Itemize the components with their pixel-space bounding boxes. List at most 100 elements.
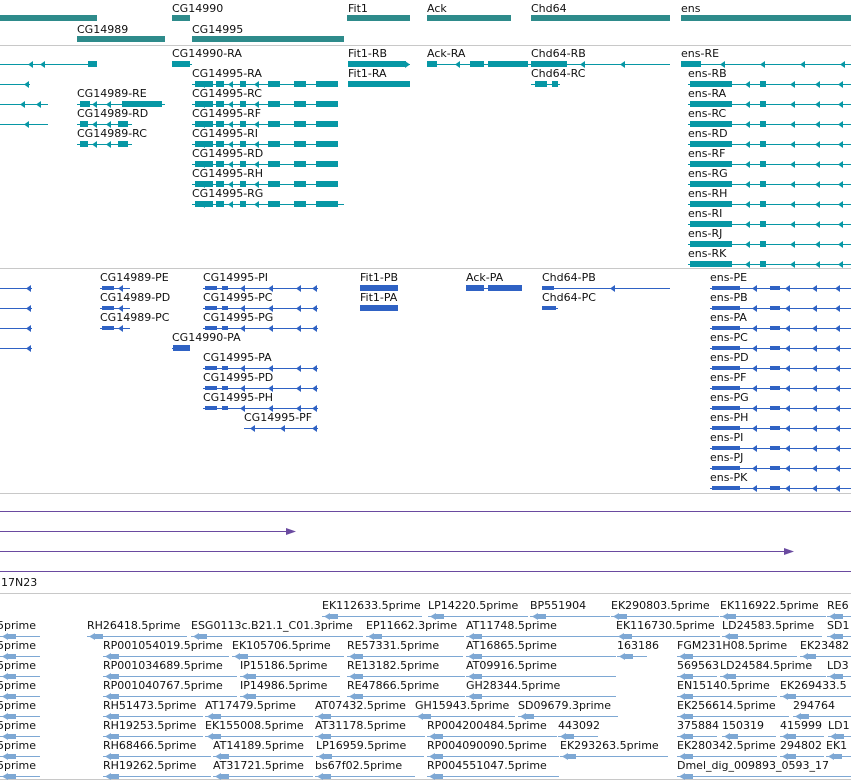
est-label[interactable]: RH51473.5prime (103, 699, 197, 712)
feature-exon[interactable] (681, 61, 701, 67)
est-label[interactable]: 5prime (0, 699, 36, 712)
feature-exon[interactable] (423, 714, 431, 719)
feature-exon[interactable] (690, 241, 732, 247)
feature-exon[interactable] (690, 101, 732, 107)
feature-exon[interactable] (526, 714, 534, 719)
transcript-label[interactable]: Chd64-RB (531, 47, 586, 60)
feature-exon[interactable] (712, 306, 740, 310)
gene-bar[interactable] (427, 15, 511, 21)
feature-exon[interactable] (760, 201, 766, 207)
transcript-label[interactable]: Fit1-RB (348, 47, 387, 60)
est-label[interactable]: LP14220.5prime (428, 599, 519, 612)
feature-exon[interactable] (216, 201, 224, 207)
feature-exon[interactable] (690, 141, 732, 147)
est-label[interactable]: IP15186.5prime (240, 659, 328, 672)
protein-label[interactable]: CG14995-PC (203, 291, 273, 304)
est-label[interactable]: 5prime (0, 619, 36, 632)
est-label[interactable]: EK1 (826, 739, 847, 752)
feature-exon[interactable] (8, 634, 16, 639)
protein-label[interactable]: Ack-PA (466, 271, 504, 284)
gene-label[interactable]: Fit1 (348, 2, 368, 15)
feature-exon[interactable] (538, 614, 546, 619)
est-label[interactable]: RE57331.5prime (347, 639, 439, 652)
est-label[interactable]: RH26418.5prime (87, 619, 181, 632)
gene-label[interactable]: CG14990 (172, 2, 223, 15)
protein-label[interactable]: CG14989-PD (100, 291, 170, 304)
feature-exon[interactable] (808, 654, 816, 659)
feature-exon[interactable] (268, 81, 280, 87)
feature-exon[interactable] (118, 141, 128, 147)
feature-exon[interactable] (294, 121, 306, 127)
feature-exon[interactable] (685, 774, 693, 779)
feature-exon[interactable] (316, 81, 338, 87)
feature-exon[interactable] (770, 306, 780, 310)
clone-label[interactable]: 17N23 (1, 576, 37, 589)
est-label[interactable]: 150319 (722, 719, 764, 732)
est-label[interactable]: RH68466.5prime (103, 739, 197, 752)
protein-label[interactable]: ens-PA (710, 311, 747, 324)
feature-exon[interactable] (216, 121, 224, 127)
feature-exon[interactable] (111, 714, 119, 719)
est-label[interactable]: GH28344.5prime (466, 679, 561, 692)
feature-exon[interactable] (294, 141, 306, 147)
protein-label[interactable]: ens-PG (710, 391, 749, 404)
feature-exon[interactable] (690, 221, 732, 227)
feature-exon[interactable] (835, 634, 843, 639)
transcript-label[interactable]: CG14995-RC (192, 87, 262, 100)
feature-exon[interactable] (324, 754, 332, 759)
feature-exon[interactable] (240, 181, 246, 187)
feature-exon[interactable] (474, 634, 482, 639)
feature-exon[interactable] (488, 285, 522, 291)
gene-bar[interactable] (681, 15, 851, 21)
feature-exon[interactable] (730, 734, 738, 739)
protein-label[interactable]: CG14989-PC (100, 311, 170, 324)
feature-exon[interactable] (316, 201, 338, 207)
feature-exon[interactable] (8, 674, 16, 679)
feature-exon[interactable] (712, 366, 740, 370)
feature-exon[interactable] (173, 345, 190, 351)
feature-exon[interactable] (770, 326, 780, 330)
transcript-label[interactable]: ens-RJ (688, 227, 722, 240)
protein-label[interactable]: CG14995-PG (203, 311, 273, 324)
est-label[interactable]: EK105706.5prime (232, 639, 331, 652)
est-label[interactable]: 415999 (780, 719, 822, 732)
gene-label[interactable]: Ack (427, 2, 447, 15)
feature-exon[interactable] (685, 734, 693, 739)
est-label[interactable]: EN15140.5prime (677, 679, 770, 692)
feature-exon[interactable] (316, 101, 338, 107)
gene-label[interactable]: CG14989 (77, 23, 128, 36)
est-label[interactable]: 5prime (0, 759, 36, 772)
feature-exon[interactable] (770, 386, 780, 390)
transcript-label[interactable]: CG14995-RI (192, 127, 258, 140)
est-label[interactable]: LD24584.5prime (720, 659, 812, 672)
feature-exon[interactable] (770, 286, 780, 290)
feature-exon[interactable] (330, 614, 338, 619)
transcript-label[interactable]: ens-RF (688, 147, 725, 160)
feature-exon[interactable] (801, 714, 809, 719)
protein-label[interactable]: ens-PE (710, 271, 747, 284)
feature-exon[interactable] (8, 754, 16, 759)
est-label[interactable]: 5prime (0, 639, 36, 652)
feature-exon[interactable] (111, 754, 119, 759)
feature-exon[interactable] (205, 386, 217, 390)
feature-exon[interactable] (8, 694, 16, 699)
protein-label[interactable]: Fit1-PA (360, 291, 398, 304)
est-label[interactable]: 443092 (558, 719, 600, 732)
feature-exon[interactable] (624, 634, 632, 639)
feature-exon[interactable] (690, 261, 732, 267)
gene-label[interactable]: CG14995 (192, 23, 243, 36)
feature-exon[interactable] (248, 674, 256, 679)
gene-bar[interactable] (0, 15, 97, 21)
feature-exon[interactable] (690, 121, 732, 127)
feature-exon[interactable] (685, 714, 693, 719)
feature-exon[interactable] (760, 221, 766, 227)
feature-exon[interactable] (836, 734, 844, 739)
feature-exon[interactable] (294, 81, 306, 87)
est-label[interactable]: AT31721.5prime (213, 759, 304, 772)
feature-exon[interactable] (760, 121, 766, 127)
feature-exon[interactable] (316, 121, 338, 127)
feature-exon[interactable] (770, 346, 780, 350)
feature-exon[interactable] (213, 714, 221, 719)
protein-label[interactable]: CG14990-PA (172, 331, 241, 344)
feature-exon[interactable] (216, 141, 224, 147)
